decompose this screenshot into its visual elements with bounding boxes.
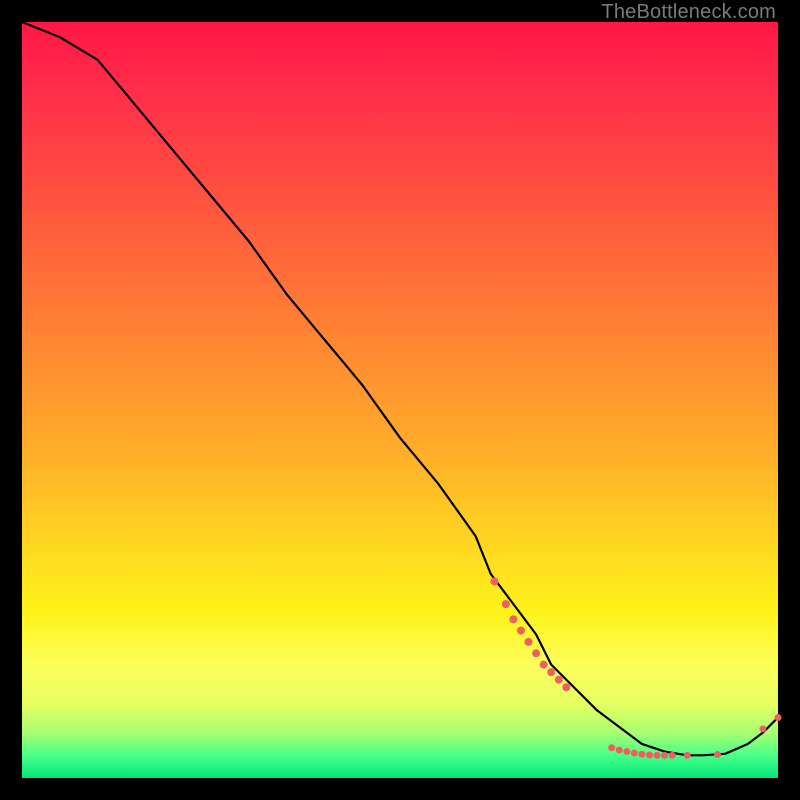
curve-line xyxy=(22,22,778,755)
curve-marker xyxy=(646,751,653,758)
curve-marker xyxy=(525,638,533,646)
curve-marker xyxy=(631,750,638,757)
curve-marker xyxy=(540,661,548,669)
curve-marker xyxy=(684,752,691,759)
curve-marker xyxy=(661,752,668,759)
chart-stage: TheBottleneck.com xyxy=(0,0,800,800)
attribution-text: TheBottleneck.com xyxy=(601,2,776,22)
curve-marker xyxy=(509,615,517,623)
curve-marker xyxy=(654,752,661,759)
curve-marker xyxy=(638,751,645,758)
curve-marker xyxy=(532,649,540,657)
curve-marker xyxy=(517,627,525,635)
curve-marker xyxy=(608,744,615,751)
curve-marker xyxy=(759,725,766,732)
curve-marker xyxy=(669,752,676,759)
curve-marker xyxy=(714,751,721,758)
plot-area xyxy=(22,22,778,778)
curve-marker xyxy=(616,747,623,754)
curve-marker xyxy=(547,668,555,676)
curve-marker xyxy=(562,683,570,691)
curve-marker xyxy=(775,714,782,721)
curve-marker xyxy=(491,577,499,585)
curve-marker xyxy=(502,600,510,608)
chart-svg xyxy=(22,22,778,778)
curve-marker xyxy=(555,676,563,684)
curve-marker xyxy=(623,748,630,755)
curve-markers xyxy=(491,577,782,758)
